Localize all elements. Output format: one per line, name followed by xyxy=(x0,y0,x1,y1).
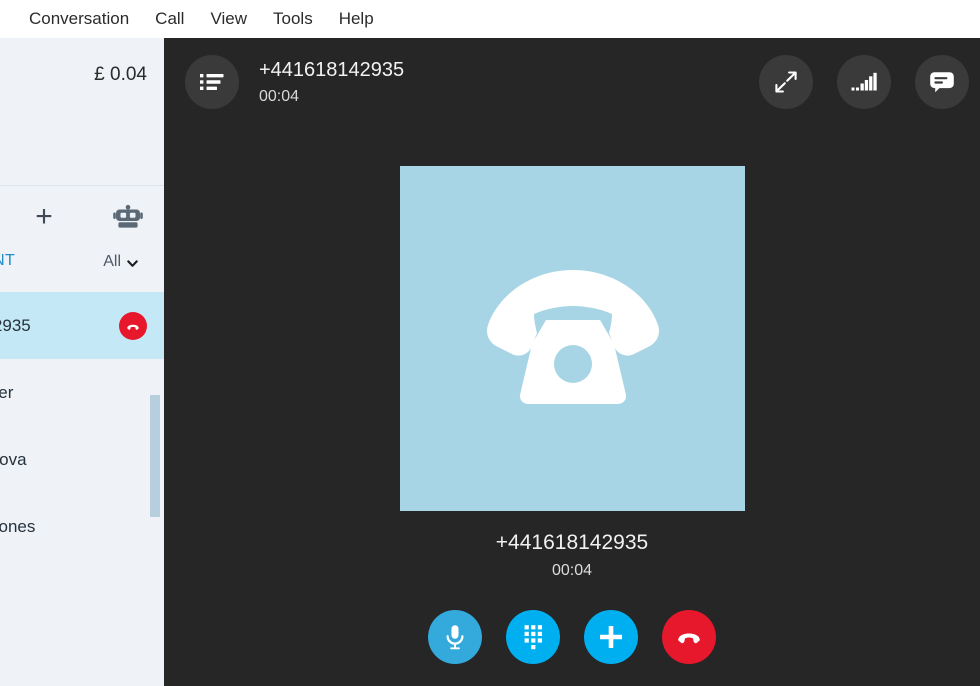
menu-view[interactable]: View xyxy=(197,0,260,38)
conversation-name: wer xyxy=(0,382,14,402)
list-item[interactable]: Jones xyxy=(0,493,164,560)
call-header-text: +441618142935 00:04 xyxy=(259,58,404,106)
conversation-name: Jones xyxy=(0,516,36,536)
telephone-icon xyxy=(486,269,659,404)
sidebar-scrollbar[interactable] xyxy=(150,395,160,635)
sidebar: £ 0.04 + ENT All xyxy=(0,38,164,686)
callee-number: +441618142935 xyxy=(495,531,649,554)
call-header-number: +441618142935 xyxy=(259,59,405,81)
show-chat-button[interactable] xyxy=(915,55,969,109)
plus-icon xyxy=(600,626,622,648)
list-item[interactable]: hristova xyxy=(0,426,164,493)
avatar xyxy=(400,166,745,511)
fullscreen-button[interactable] xyxy=(759,55,813,109)
conversation-name: 142935 xyxy=(0,315,31,335)
list-item[interactable]: 142935 xyxy=(0,292,164,359)
conversation-list[interactable]: 142935 wer hristova Jones xyxy=(0,292,164,686)
call-panel: +441618142935 00:04 +441618142935 00:04 xyxy=(164,38,980,686)
signal-bars-icon xyxy=(851,72,877,91)
bot-icon[interactable] xyxy=(112,203,144,231)
list-item[interactable]: wer xyxy=(0,359,164,426)
menu-bar: Conversation Call View Tools Help xyxy=(0,0,980,38)
call-header-timer: 00:04 xyxy=(259,88,300,105)
sidebar-tabs: ENT All xyxy=(0,246,164,292)
account-balance[interactable]: £ 0.04 xyxy=(94,64,147,86)
call-quality-button[interactable] xyxy=(837,55,891,109)
call-menu-button[interactable] xyxy=(185,55,239,109)
expand-icon xyxy=(775,71,797,93)
add-people-button[interactable] xyxy=(584,610,638,664)
chevron-down-icon xyxy=(126,257,138,268)
menu-help[interactable]: Help xyxy=(326,0,387,38)
sidebar-account-panel: £ 0.04 xyxy=(0,38,164,186)
menu-tools[interactable]: Tools xyxy=(260,0,326,38)
dialpad-button[interactable] xyxy=(506,610,560,664)
menu-conversation[interactable]: Conversation xyxy=(16,0,142,38)
scrollbar-thumb[interactable] xyxy=(150,395,160,517)
microphone-icon xyxy=(446,625,464,650)
list-icon xyxy=(200,74,224,90)
new-conversation-button[interactable]: + xyxy=(26,195,62,239)
sidebar-action-bar: + xyxy=(0,187,164,249)
filter-dropdown[interactable]: All xyxy=(103,253,138,271)
end-call-badge-icon[interactable] xyxy=(119,311,147,340)
tab-recent[interactable]: ENT xyxy=(0,252,15,270)
menu-call[interactable]: Call xyxy=(142,0,197,38)
end-call-button[interactable] xyxy=(662,610,716,664)
handset-down-icon xyxy=(678,633,700,644)
callee-info: +441618142935 00:04 xyxy=(164,530,980,580)
skype-call-window: Conversation Call View Tools Help £ 0.04… xyxy=(0,0,980,686)
dialpad-icon xyxy=(524,625,542,650)
call-controls xyxy=(164,610,980,664)
chat-bubble-icon xyxy=(930,72,954,93)
callee-timer: 00:04 xyxy=(551,562,593,580)
conversation-name: hristova xyxy=(0,449,27,469)
filter-label: All xyxy=(103,253,121,270)
call-header: +441618142935 00:04 xyxy=(164,38,980,134)
mute-button[interactable] xyxy=(428,610,482,664)
